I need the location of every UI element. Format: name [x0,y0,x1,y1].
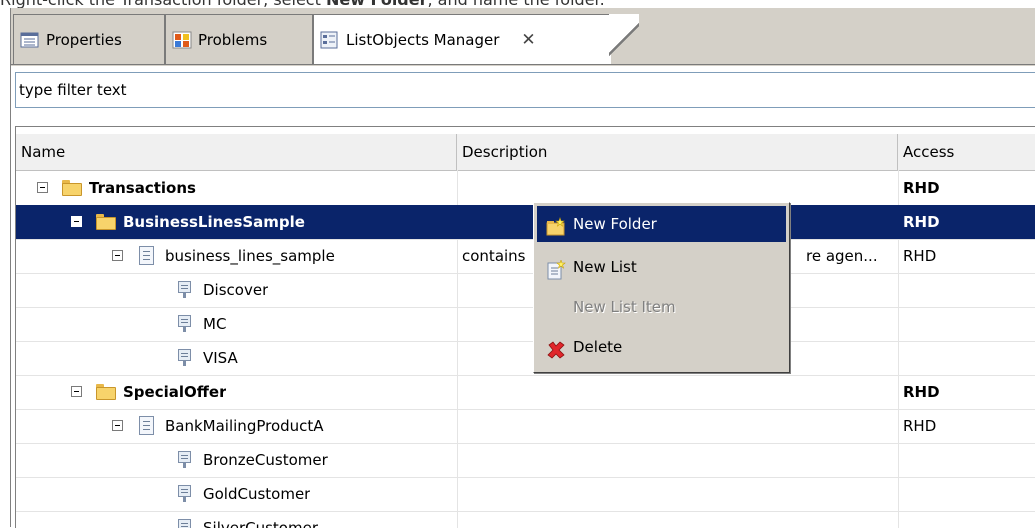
row-name: GoldCustomer [203,485,311,503]
filter-input[interactable]: type filter text [15,72,1035,108]
row-access: RHD [903,383,940,401]
menu-item-label: New Folder [573,215,657,233]
table-row[interactable]: MC [16,307,1035,342]
row-description: contains [462,247,526,265]
folder-icon [96,384,116,400]
table-row[interactable]: SilverCustomer [16,511,1035,528]
collapse-icon[interactable] [37,182,48,193]
collapse-icon[interactable] [71,386,82,397]
table-row[interactable]: Transactions RHD [16,171,1035,206]
menu-item-label: New List [573,258,637,276]
table-row[interactable]: GoldCustomer [16,477,1035,512]
row-name: Transactions [89,179,196,197]
tab-listobjects-manager[interactable]: ListObjects Manager ✕ [313,14,611,65]
row-name: VISA [203,349,238,367]
new-folder-icon [546,214,566,236]
menu-item-label: Delete [573,338,623,356]
row-name: SilverCustomer [203,519,318,528]
table-row[interactable]: BusinessLinesSample RHD [16,205,1035,240]
menu-item-label: New List Item [573,298,676,316]
new-list-icon [546,257,566,280]
tab-bar: Properties Problems ListObjects Manager … [11,8,1035,66]
menu-item-delete[interactable]: Delete [537,329,786,365]
row-name: BusinessLinesSample [123,213,305,231]
table-row[interactable]: Discover [16,273,1035,308]
column-header-access[interactable]: Access [898,134,1035,170]
tab-problems[interactable]: Problems [165,14,313,64]
list-item-icon [178,315,194,332]
table-row[interactable]: BronzeCustomer [16,443,1035,478]
collapse-icon[interactable] [112,250,123,261]
list-item-icon [178,349,194,366]
properties-icon [20,31,40,49]
row-description-tail: re agen... [806,247,878,265]
list-manager-icon [320,31,340,49]
column-header-description[interactable]: Description [457,134,898,170]
table-header: Name Description Access [16,134,1035,171]
problems-icon [172,31,192,49]
row-access: RHD [903,417,937,435]
tab-problems-label: Problems [198,30,268,49]
row-name: BankMailingProductA [165,417,324,435]
row-name: Discover [203,281,269,299]
row-name: SpecialOffer [123,383,227,401]
table-row[interactable]: SpecialOffer RHD [16,375,1035,410]
list-item-icon [178,485,194,502]
column-header-name[interactable]: Name [16,134,457,170]
tab-properties-label: Properties [46,30,122,49]
delete-icon [546,337,566,359]
listobjects-view: Properties Problems ListObjects Manager … [10,8,1035,528]
row-access: RHD [903,179,940,197]
row-access: RHD [903,247,937,265]
table-row[interactable]: VISA [16,341,1035,376]
close-icon[interactable]: ✕ [521,30,535,50]
list-objects-table: Name Description Access Transactions RHD… [15,126,1035,528]
menu-item-new-list[interactable]: New List [537,249,786,285]
list-icon [139,416,154,435]
row-name: BronzeCustomer [203,451,328,469]
row-access: RHD [903,213,940,231]
folder-icon [96,214,116,230]
tab-properties[interactable]: Properties [13,14,165,64]
menu-item-new-list-item: New List Item [537,289,786,325]
list-item-icon [178,451,194,468]
tab-edge [609,14,639,65]
tab-listobjects-label: ListObjects Manager [346,31,500,49]
folder-icon [62,180,82,196]
row-name: business_lines_sample [165,247,335,265]
list-icon [139,246,154,265]
table-row[interactable]: business_lines_sample contains re agen..… [16,239,1035,274]
menu-item-new-folder[interactable]: New Folder [537,206,786,242]
collapse-icon[interactable] [112,420,123,431]
table-row[interactable]: BankMailingProductA RHD [16,409,1035,444]
list-item-icon [178,281,194,298]
row-name: MC [203,315,227,333]
collapse-icon[interactable] [71,216,82,227]
context-menu: New Folder New List New List Item Delete [533,202,790,373]
tab-divider [11,64,1035,65]
